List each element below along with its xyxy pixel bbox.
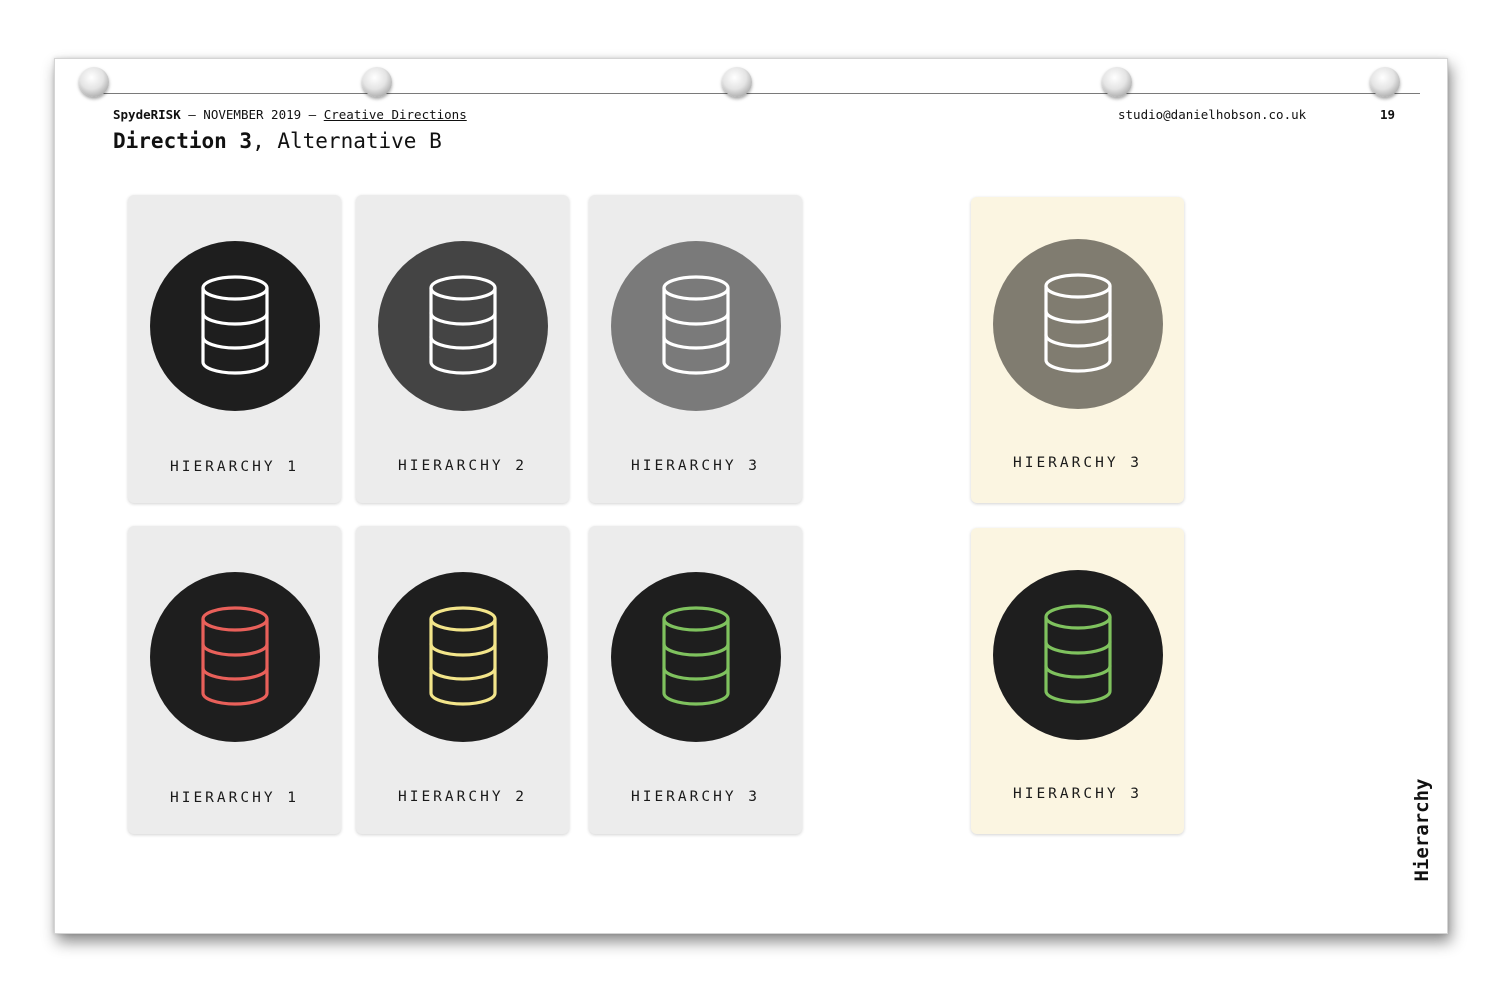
hierarchy-card: HIERARCHY 3 bbox=[971, 528, 1184, 834]
title-direction: Direction 3 bbox=[113, 129, 253, 153]
title-alternative: , Alternative B bbox=[252, 129, 442, 153]
card-label: HIERARCHY 3 bbox=[630, 458, 761, 474]
header-date: — NOVEMBER 2019 — bbox=[180, 107, 324, 122]
card-label: HIERARCHY 1 bbox=[169, 459, 300, 475]
brand-name: SpydeRISK bbox=[113, 107, 181, 122]
icon-circle bbox=[611, 572, 781, 742]
database-icon bbox=[1044, 604, 1112, 704]
document-page: SpydeRISK — NOVEMBER 2019 — Creative Dir… bbox=[54, 58, 1448, 934]
binding-rule bbox=[90, 93, 1420, 94]
icon-circle bbox=[378, 572, 548, 742]
binder-ring-icon bbox=[1370, 67, 1400, 97]
card-label: HIERARCHY 2 bbox=[397, 789, 528, 805]
database-icon bbox=[662, 606, 730, 706]
binder-ring-icon bbox=[79, 67, 109, 97]
icon-circle bbox=[993, 239, 1163, 409]
binder-ring-icon bbox=[722, 67, 752, 97]
database-icon bbox=[201, 606, 269, 706]
page-number: 19 bbox=[1380, 107, 1396, 122]
card-label: HIERARCHY 3 bbox=[1012, 786, 1143, 802]
card-label: HIERARCHY 2 bbox=[397, 458, 528, 474]
icon-circle bbox=[150, 241, 320, 411]
hierarchy-card: HIERARCHY 1 bbox=[128, 526, 341, 834]
icon-circle bbox=[611, 241, 781, 411]
card-label: HIERARCHY 3 bbox=[630, 789, 761, 805]
database-icon bbox=[429, 606, 497, 706]
hierarchy-card: HIERARCHY 2 bbox=[356, 526, 569, 834]
hierarchy-card: HIERARCHY 3 bbox=[589, 526, 802, 834]
icon-circle bbox=[378, 241, 548, 411]
hierarchy-card: HIERARCHY 3 bbox=[971, 197, 1184, 503]
hierarchy-card: HIERARCHY 3 bbox=[589, 195, 802, 503]
database-icon bbox=[201, 275, 269, 375]
card-label: HIERARCHY 1 bbox=[169, 790, 300, 806]
hierarchy-card: HIERARCHY 2 bbox=[356, 195, 569, 503]
header-breadcrumb: SpydeRISK — NOVEMBER 2019 — Creative Dir… bbox=[113, 107, 467, 122]
database-icon bbox=[1044, 273, 1112, 373]
page-title: Direction 3, Alternative B bbox=[113, 129, 442, 153]
icon-circle bbox=[150, 572, 320, 742]
section-side-label: Hierarchy bbox=[1411, 778, 1433, 882]
contact-email[interactable]: studio@danielhobson.co.uk bbox=[1118, 107, 1306, 122]
card-label: HIERARCHY 3 bbox=[1012, 455, 1143, 471]
icon-circle bbox=[993, 570, 1163, 740]
database-icon bbox=[662, 275, 730, 375]
section-link[interactable]: Creative Directions bbox=[324, 107, 467, 122]
hierarchy-card: HIERARCHY 1 bbox=[128, 195, 341, 503]
binder-ring-icon bbox=[362, 67, 392, 97]
binder-ring-icon bbox=[1102, 67, 1132, 97]
database-icon bbox=[429, 275, 497, 375]
